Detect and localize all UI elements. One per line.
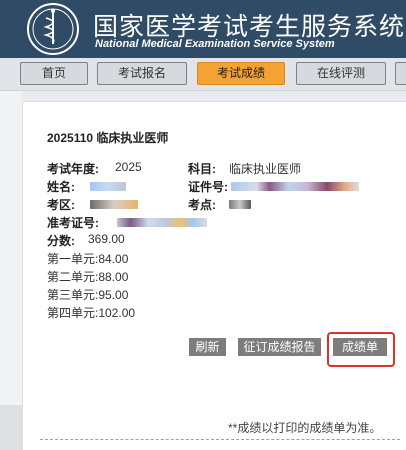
name-label: 姓名: [47, 180, 75, 194]
area-label: 考区: [47, 198, 75, 212]
unit-4-score: 第四单元:102.00 [47, 306, 136, 320]
redacted-area [90, 200, 138, 209]
refresh-button[interactable]: 刷新 [189, 338, 226, 356]
nav-scores[interactable]: 考试成绩 [197, 62, 285, 85]
nav-registration[interactable]: 考试报名 [97, 62, 187, 85]
unit-3-score: 第三单元:95.00 [47, 288, 129, 302]
side-strip [0, 91, 22, 450]
unit-2-score: 第二单元:88.00 [47, 270, 129, 284]
nmec-logo-icon [27, 3, 79, 55]
redacted-site [229, 200, 251, 209]
id-label: 证件号: [188, 180, 228, 194]
year-value: 2025 [115, 160, 142, 174]
subject-value: 临床执业医师 [229, 162, 302, 176]
highlight-annotation [327, 332, 395, 367]
subject-label: 科目: [188, 162, 216, 176]
main-nav: 首页 考试报名 考试成绩 在线评测 [0, 58, 406, 91]
divider [40, 439, 400, 440]
unit-1-score: 第一单元:84.00 [47, 252, 129, 266]
print-note: **成绩以打印的成绩单为准。 [228, 421, 382, 435]
nav-online-assessment[interactable]: 在线评测 [296, 62, 386, 85]
side-block [0, 405, 22, 450]
redacted-name [90, 182, 126, 191]
exam-title: 2025110 临床执业医师 [47, 131, 169, 145]
redacted-ticket-number [117, 218, 207, 227]
site-label: 考点: [188, 198, 216, 212]
score-value: 369.00 [88, 232, 125, 246]
order-report-button[interactable]: 征订成绩报告 [238, 338, 321, 356]
year-label: 考试年度: [47, 162, 99, 176]
nav-home[interactable]: 首页 [20, 62, 88, 85]
score-label: 分数: [47, 234, 75, 248]
nav-more[interactable] [395, 62, 406, 85]
site-subtitle: National Medical Examination Service Sys… [95, 38, 335, 50]
redacted-id-number [231, 182, 359, 191]
ticket-label: 准考证号: [47, 216, 99, 230]
site-header: 国家医学考试考生服务系统 National Medical Examinatio… [0, 0, 406, 58]
